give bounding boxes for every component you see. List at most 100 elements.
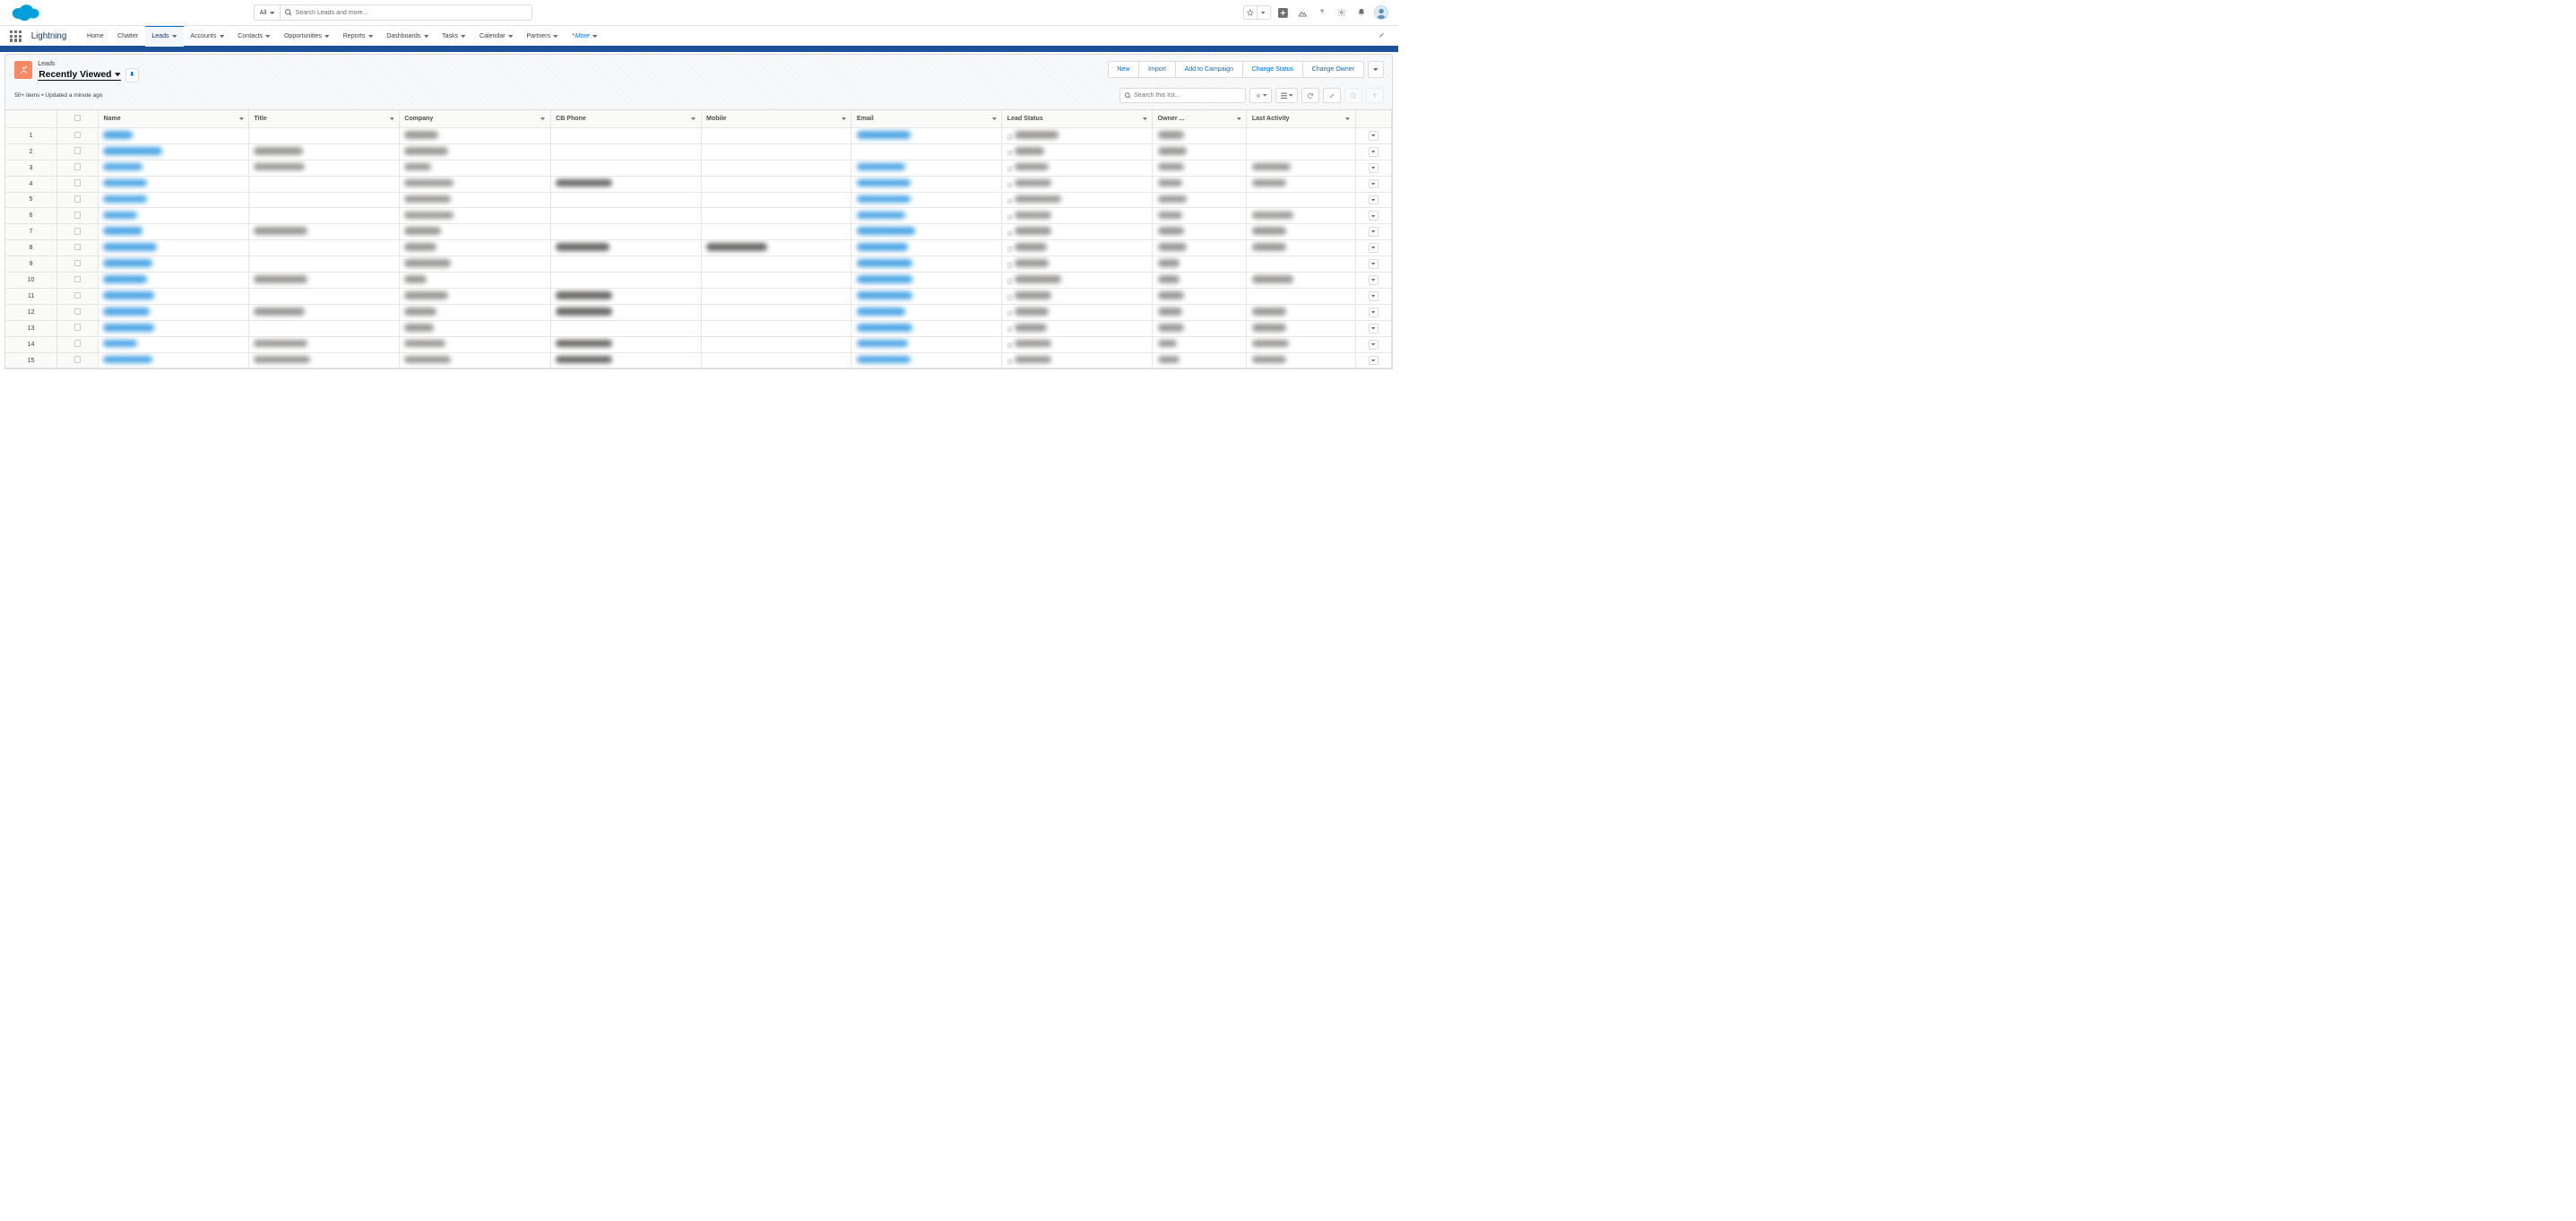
table-row[interactable]: 15 <box>5 352 1391 368</box>
row-select-cell[interactable] <box>56 336 99 352</box>
table-row[interactable]: 13 <box>5 320 1391 336</box>
nav-item-reports[interactable]: Reports <box>336 26 380 47</box>
row-select-cell[interactable] <box>56 143 99 160</box>
row-action-menu[interactable] <box>1369 195 1379 205</box>
cell-name[interactable] <box>99 176 249 192</box>
nav-item-tasks[interactable]: Tasks <box>436 26 473 47</box>
cell-name[interactable] <box>99 240 249 256</box>
cell-email[interactable] <box>851 256 1002 273</box>
action-change-status[interactable]: Change Status <box>1243 62 1303 76</box>
row-checkbox[interactable] <box>74 308 82 316</box>
column-menu-button[interactable] <box>239 116 244 122</box>
table-row[interactable]: 6 <box>5 208 1391 224</box>
row-action-menu[interactable] <box>1369 211 1379 221</box>
action-add-to-campaign[interactable]: Add to Campaign <box>1176 62 1243 76</box>
global-create-button[interactable] <box>1276 6 1290 20</box>
row-checkbox[interactable] <box>74 195 82 203</box>
cell-name[interactable] <box>99 160 249 176</box>
pin-list-button[interactable] <box>125 68 139 82</box>
column-menu-button[interactable] <box>842 116 846 122</box>
cell-name[interactable] <box>99 256 249 273</box>
cell-email[interactable] <box>851 240 1002 256</box>
column-header[interactable]: Title <box>248 110 399 128</box>
nav-item-dashboards[interactable]: Dashboards <box>380 26 436 47</box>
row-select-cell[interactable] <box>56 256 99 273</box>
list-search-input[interactable] <box>1134 92 1240 99</box>
display-as-button[interactable] <box>1275 88 1298 103</box>
row-actions-cell[interactable] <box>1355 240 1392 256</box>
column-select-all[interactable] <box>56 110 99 128</box>
select-all-checkbox[interactable] <box>74 115 82 122</box>
cell-email[interactable] <box>851 320 1002 336</box>
row-select-cell[interactable] <box>56 240 99 256</box>
row-action-menu[interactable] <box>1369 163 1379 173</box>
cell-name[interactable] <box>99 273 249 289</box>
row-actions-cell[interactable] <box>1355 304 1392 320</box>
table-row[interactable]: 2 <box>5 143 1391 160</box>
row-actions-cell[interactable] <box>1355 208 1392 224</box>
favorite-star-button[interactable] <box>1244 6 1257 19</box>
row-checkbox[interactable] <box>74 356 82 363</box>
row-select-cell[interactable] <box>56 208 99 224</box>
refresh-button[interactable] <box>1301 88 1319 103</box>
table-row[interactable]: 1 <box>5 127 1391 143</box>
inline-edit-button[interactable] <box>1323 88 1341 103</box>
row-checkbox[interactable] <box>74 228 82 235</box>
row-action-menu[interactable] <box>1369 307 1379 317</box>
cell-email[interactable] <box>851 304 1002 320</box>
row-select-cell[interactable] <box>56 273 99 289</box>
nav-item-home[interactable]: Home <box>80 26 110 47</box>
row-action-menu[interactable] <box>1369 179 1379 189</box>
row-action-menu[interactable] <box>1369 147 1379 157</box>
table-row[interactable]: 10 <box>5 273 1391 289</box>
row-action-menu[interactable] <box>1369 356 1379 366</box>
column-menu-button[interactable] <box>992 116 997 122</box>
action-import[interactable]: Import <box>1139 62 1176 76</box>
nav-item-contacts[interactable]: Contacts <box>231 26 278 47</box>
salesforce-help-button[interactable] <box>1296 6 1310 20</box>
row-select-cell[interactable] <box>56 192 99 208</box>
row-actions-cell[interactable] <box>1355 288 1392 304</box>
cell-email[interactable] <box>851 336 1002 352</box>
row-select-cell[interactable] <box>56 127 99 143</box>
global-search-input[interactable] <box>296 10 527 16</box>
cell-email[interactable] <box>851 208 1002 224</box>
row-actions-cell[interactable] <box>1355 273 1392 289</box>
search-scope-dropdown[interactable]: All <box>254 4 279 21</box>
row-actions-cell[interactable] <box>1355 143 1392 160</box>
nav-item-opportunities[interactable]: Opportunities <box>277 26 336 47</box>
table-row[interactable]: 7 <box>5 224 1391 240</box>
table-row[interactable]: 8 <box>5 240 1391 256</box>
row-action-menu[interactable] <box>1369 340 1379 350</box>
column-header[interactable]: Mobile <box>701 110 851 128</box>
column-menu-button[interactable] <box>1345 116 1350 122</box>
column-menu-button[interactable] <box>1143 116 1147 122</box>
row-checkbox[interactable] <box>74 212 82 219</box>
row-actions-cell[interactable] <box>1355 160 1392 176</box>
table-row[interactable]: 9 <box>5 256 1391 273</box>
nav-item-calendar[interactable]: Calendar <box>472 26 519 47</box>
row-select-cell[interactable] <box>56 320 99 336</box>
cell-name[interactable] <box>99 208 249 224</box>
cell-email[interactable] <box>851 352 1002 368</box>
cell-email[interactable] <box>851 224 1002 240</box>
cell-name[interactable] <box>99 288 249 304</box>
row-checkbox[interactable] <box>74 244 82 251</box>
row-checkbox[interactable] <box>74 163 82 170</box>
row-select-cell[interactable] <box>56 352 99 368</box>
action-change-owner[interactable]: Change Owner <box>1303 62 1363 76</box>
cell-name[interactable] <box>99 127 249 143</box>
setup-button[interactable] <box>1335 6 1348 20</box>
table-row[interactable]: 11 <box>5 288 1391 304</box>
row-action-menu[interactable] <box>1369 291 1379 301</box>
row-select-cell[interactable] <box>56 224 99 240</box>
user-avatar[interactable] <box>1374 5 1388 20</box>
row-actions-cell[interactable] <box>1355 336 1392 352</box>
list-actions-overflow[interactable] <box>1368 61 1383 77</box>
list-view-settings-button[interactable] <box>1249 88 1272 103</box>
nav-item-accounts[interactable]: Accounts <box>184 26 231 47</box>
row-select-cell[interactable] <box>56 304 99 320</box>
row-action-menu[interactable] <box>1369 275 1379 285</box>
nav-more-dropdown[interactable]: * More <box>565 26 604 47</box>
column-header[interactable]: Owner ... <box>1153 110 1247 128</box>
